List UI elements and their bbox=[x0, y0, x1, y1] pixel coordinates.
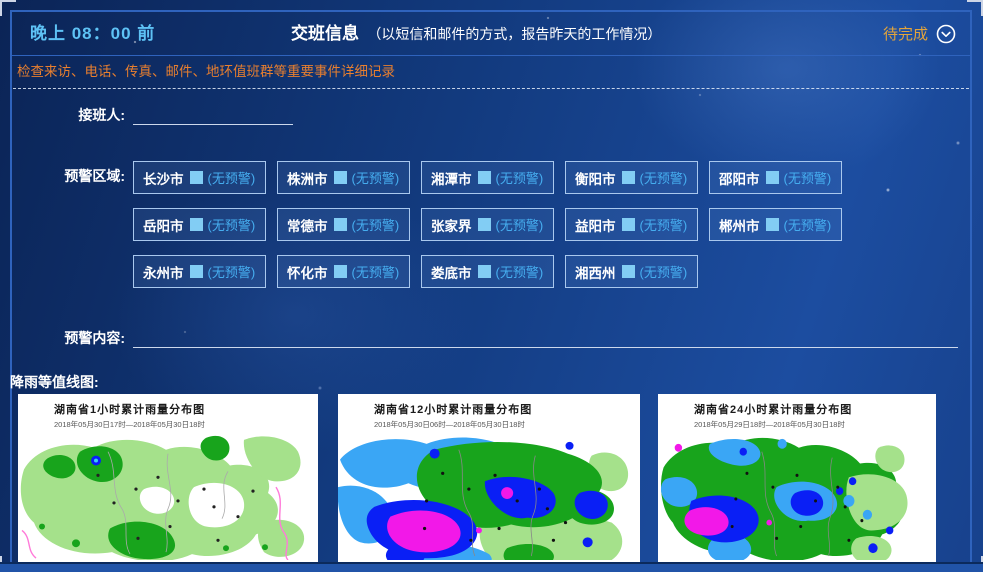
no-warning-label: (无预警) bbox=[496, 215, 544, 234]
warning-area-box-常德市[interactable]: 常德市 (无预警) bbox=[277, 208, 410, 241]
page-subtitle: （以短信和邮件的方式，报告昨天的工作情况） bbox=[367, 26, 661, 42]
bottom-bar bbox=[0, 562, 983, 572]
warning-checkbox[interactable] bbox=[478, 218, 491, 231]
warning-area-box-湘西州[interactable]: 湘西州 (无预警) bbox=[565, 255, 698, 288]
map-subtitle: 2018年05月29日18时—2018年05月30日18时 bbox=[694, 419, 936, 430]
no-warning-label: (无预警) bbox=[352, 215, 400, 234]
warning-area-box-张家界[interactable]: 张家界 (无预警) bbox=[421, 208, 554, 241]
warning-area-box-衡阳市[interactable]: 衡阳市 (无预警) bbox=[565, 161, 698, 194]
warning-area-box-娄底市[interactable]: 娄底市 (无预警) bbox=[421, 255, 554, 288]
no-warning-label: (无预警) bbox=[784, 168, 832, 187]
warning-area-box-邵阳市[interactable]: 邵阳市 (无预警) bbox=[709, 161, 842, 194]
city-label: 郴州市 bbox=[719, 215, 760, 235]
no-warning-label: (无预警) bbox=[352, 262, 400, 281]
deadline-time: 晚上 08：00 前 bbox=[30, 12, 155, 55]
no-warning-label: (无预警) bbox=[640, 262, 688, 281]
no-warning-label: (无预警) bbox=[208, 215, 256, 234]
map-subtitle: 2018年05月30日17时—2018年05月30日18时 bbox=[54, 419, 318, 430]
warning-checkbox[interactable] bbox=[334, 171, 347, 184]
no-warning-label: (无预警) bbox=[208, 262, 256, 281]
rainfall-map-12h-image bbox=[338, 432, 640, 560]
status-badge: 待完成 bbox=[883, 23, 928, 44]
city-label: 永州市 bbox=[143, 262, 184, 282]
warning-area-box-长沙市[interactable]: 长沙市 (无预警) bbox=[133, 161, 266, 194]
city-label: 张家界 bbox=[431, 215, 472, 235]
map-subtitle: 2018年05月30日06时—2018年05月30日18时 bbox=[374, 419, 640, 430]
warning-checkbox[interactable] bbox=[766, 171, 779, 184]
no-warning-label: (无预警) bbox=[208, 168, 256, 187]
no-warning-label: (无预警) bbox=[784, 215, 832, 234]
warning-checkbox[interactable] bbox=[766, 218, 779, 231]
warning-content-row: 预警内容: bbox=[0, 327, 958, 348]
receiver-input[interactable] bbox=[133, 104, 293, 125]
rainfall-maps: 湖南省1小时累计雨量分布图 2018年05月30日17时—2018年05月30日… bbox=[18, 394, 958, 563]
warning-area-row: 长沙市 (无预警) 株洲市 (无预警) 湘潭市 (无预警) 衡阳市 (无预警) 邵阳市 (无预警) bbox=[133, 161, 963, 194]
warning-checkbox[interactable] bbox=[622, 171, 635, 184]
warning-area-box-怀化市[interactable]: 怀化市 (无预警) bbox=[277, 255, 410, 288]
page-title: 交班信息 bbox=[291, 24, 359, 43]
city-label: 怀化市 bbox=[287, 262, 328, 282]
warning-area-box-岳阳市[interactable]: 岳阳市 (无预警) bbox=[133, 208, 266, 241]
rainfall-map-1h[interactable]: 湖南省1小时累计雨量分布图 2018年05月30日17时—2018年05月30日… bbox=[18, 394, 318, 563]
no-warning-label: (无预警) bbox=[496, 168, 544, 187]
warning-area-box-永州市[interactable]: 永州市 (无预警) bbox=[133, 255, 266, 288]
warning-content-input[interactable] bbox=[133, 327, 958, 348]
rainfall-map-1h-image bbox=[18, 432, 318, 560]
city-label: 岳阳市 bbox=[143, 215, 184, 235]
no-warning-label: (无预警) bbox=[640, 168, 688, 187]
warning-checkbox[interactable] bbox=[334, 218, 347, 231]
rainfall-map-24h-image bbox=[658, 432, 936, 560]
chevron-down-circle-icon[interactable] bbox=[936, 24, 956, 44]
city-label: 益阳市 bbox=[575, 215, 616, 235]
receiver-label: 接班人: bbox=[0, 105, 125, 125]
map-title: 湖南省12小时累计雨量分布图 bbox=[374, 401, 640, 417]
warning-checkbox[interactable] bbox=[622, 218, 635, 231]
warning-area-box-益阳市[interactable]: 益阳市 (无预警) bbox=[565, 208, 698, 241]
city-label: 株洲市 bbox=[287, 168, 328, 188]
warning-checkbox[interactable] bbox=[478, 171, 491, 184]
warning-checkbox[interactable] bbox=[190, 218, 203, 231]
rainfall-map-12h[interactable]: 湖南省12小时累计雨量分布图 2018年05月30日06时—2018年05月30… bbox=[338, 394, 640, 563]
warning-area-row: 永州市 (无预警) 怀化市 (无预警) 娄底市 (无预警) 湘西州 (无预警) bbox=[133, 255, 963, 288]
no-warning-label: (无预警) bbox=[496, 262, 544, 281]
city-label: 湘潭市 bbox=[431, 168, 472, 188]
city-label: 长沙市 bbox=[143, 168, 184, 188]
city-label: 邵阳市 bbox=[719, 168, 760, 188]
rainfall-maps-label: 降雨等值线图: bbox=[10, 372, 99, 392]
warning-checkbox[interactable] bbox=[190, 171, 203, 184]
map-title: 湖南省24小时累计雨量分布图 bbox=[694, 401, 936, 417]
city-label: 娄底市 bbox=[431, 262, 472, 282]
warning-content-label: 预警内容: bbox=[0, 328, 125, 348]
page-title-group: 交班信息 （以短信和邮件的方式，报告昨天的工作情况） bbox=[291, 12, 661, 56]
warning-checkbox[interactable] bbox=[622, 265, 635, 278]
map-title: 湖南省1小时累计雨量分布图 bbox=[54, 401, 318, 417]
warning-area-box-湘潭市[interactable]: 湘潭市 (无预警) bbox=[421, 161, 554, 194]
header: 晚上 08：00 前 交班信息 （以短信和邮件的方式，报告昨天的工作情况） 待完… bbox=[12, 12, 970, 56]
warning-area-label: 预警区域: bbox=[0, 166, 125, 186]
warning-area-row: 岳阳市 (无预警) 常德市 (无预警) 张家界 (无预警) 益阳市 (无预警) 郴州市 (无预警) bbox=[133, 208, 963, 241]
receiver-row: 接班人: bbox=[0, 104, 293, 125]
status-toggle[interactable]: 待完成 bbox=[883, 12, 956, 55]
city-label: 常德市 bbox=[287, 215, 328, 235]
warning-area-grid: 长沙市 (无预警) 株洲市 (无预警) 湘潭市 (无预警) 衡阳市 (无预警) 邵阳市 (无预警)… bbox=[133, 161, 963, 302]
city-label: 衡阳市 bbox=[575, 168, 616, 188]
warning-checkbox[interactable] bbox=[478, 265, 491, 278]
rainfall-map-24h[interactable]: 湖南省24小时累计雨量分布图 2018年05月29日18时—2018年05月30… bbox=[658, 394, 936, 563]
warning-checkbox[interactable] bbox=[334, 265, 347, 278]
city-label: 湘西州 bbox=[575, 262, 616, 282]
warning-area-box-郴州市[interactable]: 郴州市 (无预警) bbox=[709, 208, 842, 241]
no-warning-label: (无预警) bbox=[352, 168, 400, 187]
warning-area-box-株洲市[interactable]: 株洲市 (无预警) bbox=[277, 161, 410, 194]
notice-text: 检查来访、电话、传真、邮件、地环值班群等重要事件详细记录 bbox=[13, 56, 969, 89]
no-warning-label: (无预警) bbox=[640, 215, 688, 234]
warning-checkbox[interactable] bbox=[190, 265, 203, 278]
